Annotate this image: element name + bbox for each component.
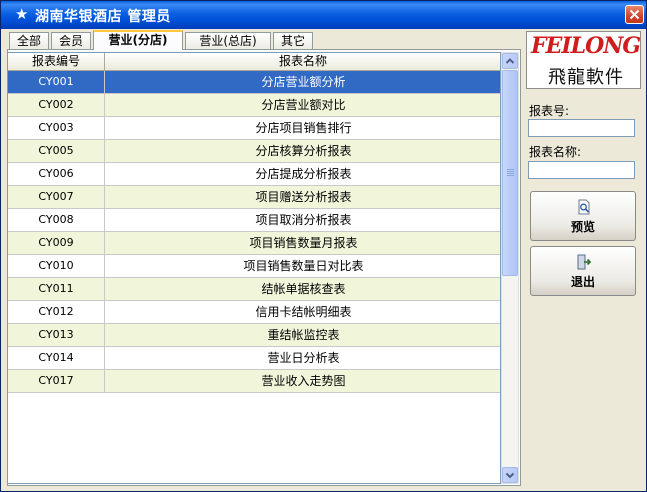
report-code-cell: CY013: [8, 324, 105, 346]
tab-all[interactable]: 全部: [9, 32, 49, 49]
chevron-up-icon: [505, 58, 515, 64]
report-name-label: 报表名称:: [529, 145, 582, 159]
report-code-cell: CY001: [8, 71, 105, 93]
tab-member[interactable]: 会员: [51, 32, 91, 49]
table-row[interactable]: CY001 分店营业额分析: [8, 71, 500, 94]
table-row[interactable]: CY012 信用卡结帐明细表: [8, 301, 500, 324]
report-code-cell: CY014: [8, 347, 105, 369]
grip-line: [507, 171, 514, 172]
report-name-cell: 营业日分析表: [267, 351, 340, 365]
logo-chinese-text: 飛龍軟件: [548, 67, 624, 88]
table-row[interactable]: CY013 重结帐监控表: [8, 324, 500, 347]
exit-label: 退出: [570, 275, 595, 289]
report-code-cell: CY012: [8, 301, 105, 323]
scroll-thumb[interactable]: [502, 70, 518, 276]
preview-icon: [578, 199, 590, 215]
report-name-cell: 项目取消分析报表: [255, 213, 352, 227]
window-title: 湖南华银酒店 管理员: [35, 9, 171, 25]
report-code-cell: CY007: [8, 186, 105, 208]
exit-door-icon: [577, 254, 592, 270]
table-row[interactable]: CY002 分店营业额对比: [8, 94, 500, 117]
grip-line: [507, 169, 514, 170]
chevron-down-icon: [505, 472, 515, 479]
report-name-cell: 结帐单据核查表: [261, 282, 346, 296]
report-no-input[interactable]: [528, 119, 635, 137]
grid-header: 报表编号 报表名称: [8, 53, 500, 71]
tab-business-branch[interactable]: 营业(分店): [93, 30, 183, 50]
feilong-logo: FEILONG 飛龍軟件: [526, 31, 641, 89]
table-row[interactable]: CY010 项目销售数量日对比表: [8, 255, 500, 278]
app-window: ★ 湖南华银酒店 管理员 全部 会员 营业(分店) 营业(总店) 其它 报表编号…: [0, 0, 647, 492]
logo-latin-text: FEILONG: [531, 33, 641, 59]
report-code-cell: CY008: [8, 209, 105, 231]
report-code-cell: CY003: [8, 117, 105, 139]
report-name-cell: 分店营业额对比: [261, 98, 346, 112]
report-code-cell: CY010: [8, 255, 105, 277]
preview-button[interactable]: 预览: [530, 191, 636, 241]
report-name-cell: 分店提成分析报表: [255, 167, 352, 181]
scroll-down-button[interactable]: [502, 467, 518, 483]
report-code-cell: CY009: [8, 232, 105, 254]
report-name-input[interactable]: [528, 161, 635, 179]
table-row[interactable]: CY017 营业收入走势图: [8, 370, 500, 393]
report-name-cell: 信用卡结帐明细表: [255, 305, 352, 319]
table-row[interactable]: CY005 分店核算分析报表: [8, 140, 500, 163]
tab-business-hq[interactable]: 营业(总店): [185, 32, 271, 49]
close-button[interactable]: [625, 5, 644, 24]
tab-other[interactable]: 其它: [273, 32, 313, 49]
report-grid[interactable]: 报表编号 报表名称 CY001 分店营业额分析 CY002 分店营业额对比 CY003 分…: [7, 52, 501, 484]
report-name-cell: 项目销售数量月报表: [249, 236, 358, 250]
report-name-cell: 重结帐监控表: [267, 328, 340, 342]
report-name-cell: 分店核算分析报表: [255, 144, 352, 158]
table-row[interactable]: CY009 项目销售数量月报表: [8, 232, 500, 255]
table-row[interactable]: CY006 分店提成分析报表: [8, 163, 500, 186]
report-code-cell: CY002: [8, 94, 105, 116]
table-row[interactable]: CY011 结帐单据核查表: [8, 278, 500, 301]
table-row[interactable]: CY003 分店项目销售排行: [8, 117, 500, 140]
report-name-cell: 项目销售数量日对比表: [243, 259, 364, 273]
title-bar[interactable]: ★ 湖南华银酒店 管理员: [1, 1, 646, 29]
report-code-cell: CY017: [8, 370, 105, 392]
report-name-cell: 营业收入走势图: [261, 374, 346, 388]
report-name-cell: 分店营业额分析: [261, 75, 346, 89]
column-header-name[interactable]: 报表名称: [105, 53, 500, 71]
report-name-cell: 项目赠送分析报表: [255, 190, 352, 204]
report-code-cell: CY005: [8, 140, 105, 162]
logo-banner: FEILONG: [527, 32, 641, 62]
table-row[interactable]: CY007 项目赠送分析报表: [8, 186, 500, 209]
table-row[interactable]: CY008 项目取消分析报表: [8, 209, 500, 232]
star-icon: ★: [15, 5, 29, 23]
grip-line: [507, 175, 514, 176]
exit-button[interactable]: 退出: [530, 246, 636, 296]
report-code-cell: CY006: [8, 163, 105, 185]
report-no-label: 报表号:: [529, 104, 570, 118]
grip-line: [507, 173, 514, 174]
table-row[interactable]: CY014 营业日分析表: [8, 347, 500, 370]
close-icon: [629, 9, 640, 20]
column-header-code[interactable]: 报表编号: [8, 53, 105, 71]
report-name-cell: 分店项目销售排行: [255, 121, 352, 135]
preview-label: 预览: [570, 220, 595, 234]
scroll-up-button[interactable]: [502, 53, 518, 69]
report-code-cell: CY011: [8, 278, 105, 300]
vertical-scrollbar[interactable]: [501, 52, 519, 484]
